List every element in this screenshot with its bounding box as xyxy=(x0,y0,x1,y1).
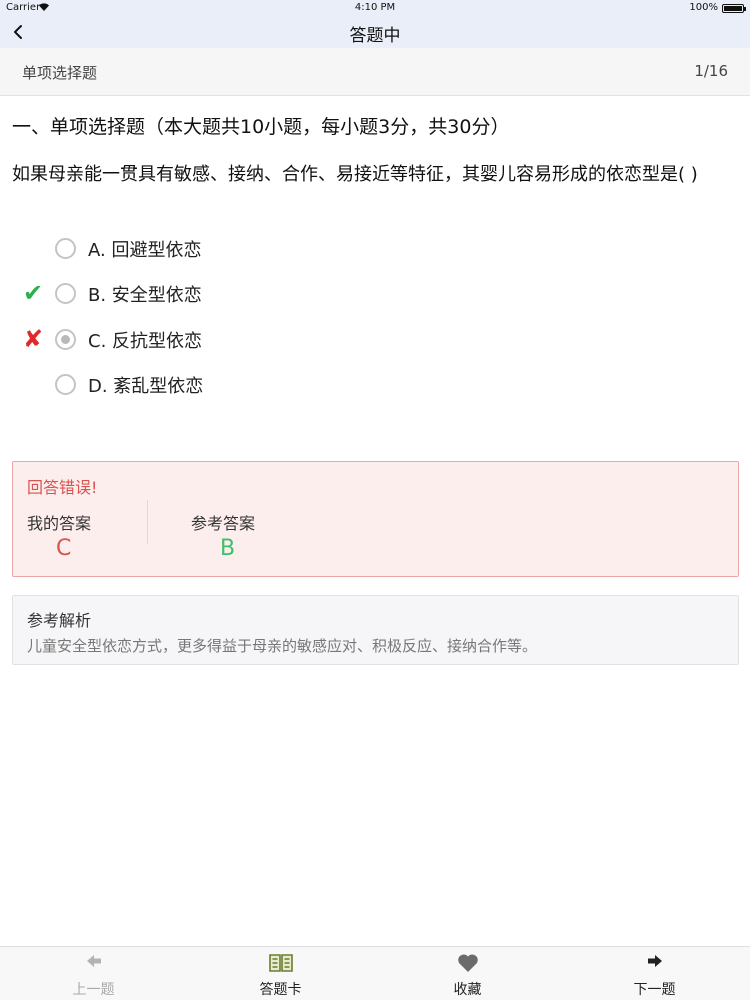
tab-label: 收藏 xyxy=(453,982,482,998)
cross-icon: ✘ xyxy=(22,325,44,353)
explanation-text: 儿童安全型依恋方式，更多得益于母亲的敏感应对、积极反应、接纳合作等。 xyxy=(27,637,538,655)
question-type-label: 单项选择题 xyxy=(22,64,98,82)
answer-result-panel: 回答错误! 我的答案 C 参考答案 B xyxy=(12,461,739,577)
battery-percent: 100% xyxy=(689,2,718,13)
clock: 4:10 PM xyxy=(354,2,396,13)
option-mark xyxy=(20,371,46,397)
explanation-heading: 参考解析 xyxy=(27,611,92,630)
my-answer-label: 我的答案 xyxy=(27,514,92,533)
option-b[interactable]: ✔ B. 安全型依恋 xyxy=(0,276,750,312)
section-title: 一、单项选择题（本大题共10小题，每小题3分，共30分） xyxy=(12,116,510,138)
result-heading: 回答错误! xyxy=(27,478,98,497)
answer-card-button[interactable]: 答题卡 xyxy=(187,947,374,1000)
radio-button[interactable] xyxy=(55,238,76,259)
book-icon xyxy=(187,953,374,973)
radio-button[interactable] xyxy=(55,374,76,395)
option-mark xyxy=(20,235,46,261)
arrow-right-icon xyxy=(561,953,748,973)
my-answer-value: C xyxy=(56,536,72,561)
question-type-header: 单项选择题 1/16 xyxy=(0,48,750,96)
bottom-toolbar: 上一题 答题卡 收藏 下一题 xyxy=(0,946,750,1000)
explanation-panel: 参考解析 儿童安全型依恋方式，更多得益于母亲的敏感应对、积极反应、接纳合作等。 xyxy=(12,595,739,665)
arrow-left-icon xyxy=(0,953,187,973)
tab-label: 上一题 xyxy=(72,982,115,998)
reference-answer-value: B xyxy=(220,536,236,561)
option-label: C. 反抗型依恋 xyxy=(88,331,203,352)
question-text: 如果母亲能一贯具有敏感、接纳、合作、易接近等特征，其婴儿容易形成的依恋型是( ) xyxy=(12,164,698,185)
previous-question-button[interactable]: 上一题 xyxy=(0,947,187,1000)
reference-answer-label: 参考答案 xyxy=(191,514,256,533)
exam-screen: Carrier 4:10 PM 100% 答题中 单项选择题 1/16 一、单项… xyxy=(0,0,750,1000)
option-c[interactable]: ✘ C. 反抗型依恋 xyxy=(0,322,750,358)
checkmark-icon: ✔ xyxy=(22,279,44,307)
status-bar: Carrier 4:10 PM 100% xyxy=(0,0,750,16)
divider xyxy=(147,500,148,544)
option-label: D. 紊乱型依恋 xyxy=(88,376,204,397)
option-label: A. 回避型依恋 xyxy=(88,240,202,261)
tab-label: 下一题 xyxy=(633,982,676,998)
nav-bar: 答题中 xyxy=(0,16,750,48)
option-d[interactable]: D. 紊乱型依恋 xyxy=(0,367,750,403)
battery-icon xyxy=(722,4,746,13)
radio-button[interactable] xyxy=(55,283,76,304)
option-label: B. 安全型依恋 xyxy=(88,285,202,306)
next-question-button[interactable]: 下一题 xyxy=(561,947,748,1000)
radio-button-selected[interactable] xyxy=(55,329,76,350)
heart-icon xyxy=(374,953,561,973)
option-a[interactable]: A. 回避型依恋 xyxy=(0,231,750,267)
tab-label: 答题卡 xyxy=(259,982,302,998)
page-title: 答题中 xyxy=(349,26,401,46)
favorite-button[interactable]: 收藏 xyxy=(374,947,561,1000)
question-progress: 1/16 xyxy=(694,62,728,80)
